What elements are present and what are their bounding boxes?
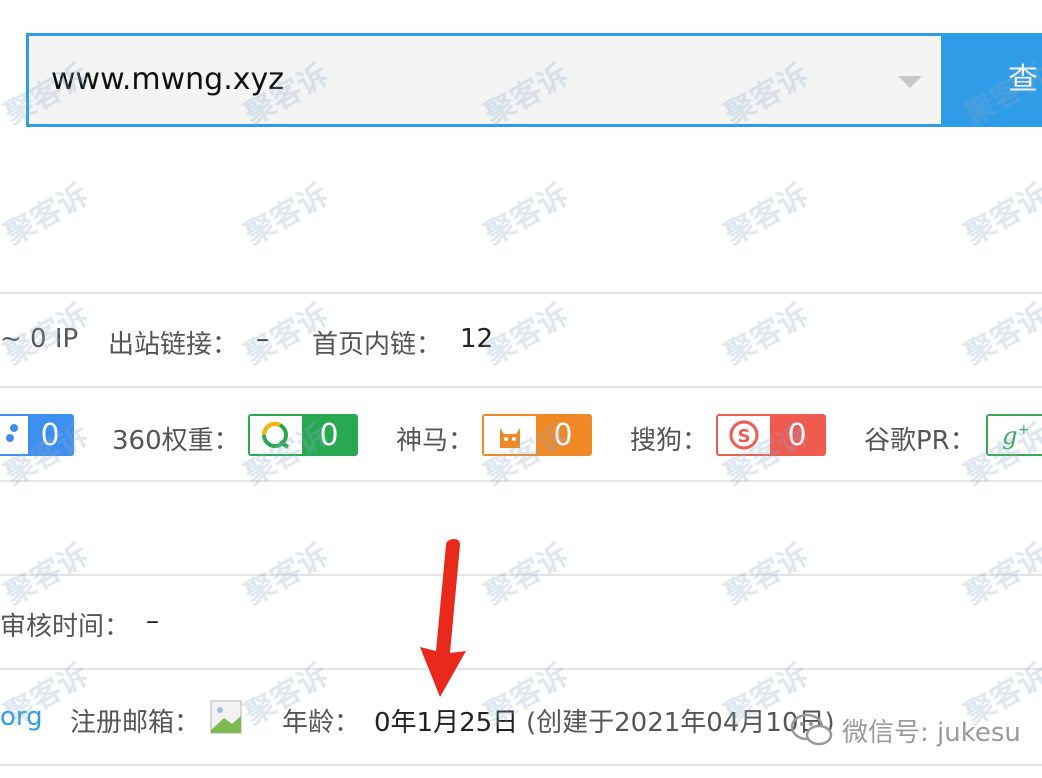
search-input[interactable] (51, 36, 871, 124)
sogou-icon: S (718, 416, 770, 454)
watermark-text: 聚客诉 (0, 177, 95, 253)
review-time-label: 审核时间： (0, 612, 131, 642)
outbound-links-value: – (256, 324, 269, 354)
ip-count: ~ 0 IP (0, 324, 79, 354)
watermark-text: 聚客诉 (959, 537, 1042, 613)
wechat-id-text: 微信号: jukesu (842, 717, 1021, 748)
sogou-weight-badge[interactable]: S 0 (716, 414, 826, 456)
row-divider (0, 574, 1042, 576)
baidu-weight-badge[interactable]: 0 (0, 414, 74, 456)
shenma-weight-badge[interactable]: 0 (482, 414, 592, 456)
watermark-text: 聚客诉 (239, 537, 335, 613)
registrar-link[interactable]: org (0, 702, 43, 732)
sogou-weight-value: 0 (770, 416, 824, 454)
homepage-inner-links-value: 12 (460, 324, 494, 354)
review-time-value: – (146, 606, 159, 636)
domain-age-value: 0年1月25日 (374, 708, 519, 738)
row-divider (0, 764, 1042, 766)
watermark-text: 聚客诉 (719, 537, 815, 613)
registrant-email-label: 注册邮箱： (70, 708, 201, 738)
svg-text:+: + (1018, 422, 1030, 438)
search-box[interactable] (26, 33, 944, 127)
baidu-weight-value: 0 (28, 416, 72, 454)
row-divider (0, 480, 1042, 482)
shenma-icon (484, 416, 536, 454)
red-arrow-annotation (420, 539, 466, 697)
google-pr-label: 谷歌PR： (864, 426, 976, 456)
sogou-weight-label: 搜狗： (630, 426, 709, 456)
so360-weight-label: 360权重： (112, 426, 240, 456)
watermark-text: 聚客诉 (719, 297, 815, 373)
homepage-inner-links-label: 首页内链： (312, 330, 443, 360)
google-plus-icon: g + (988, 416, 1040, 454)
row-divider (0, 668, 1042, 670)
outbound-links-label: 出站链接： (108, 330, 239, 360)
search-button[interactable]: 查 (944, 33, 1042, 127)
chevron-down-icon[interactable] (898, 76, 922, 88)
watermark-text: 聚客诉 (479, 537, 575, 613)
so360-weight-value: 0 (302, 416, 356, 454)
row-divider (0, 386, 1042, 388)
watermark-text: 聚客诉 (959, 297, 1042, 373)
domain-created-date: (创建于2021年04月10日) (526, 708, 835, 738)
svg-text:g: g (1002, 422, 1017, 450)
baidu-paw-icon (0, 416, 28, 454)
watermark-text: 聚客诉 (0, 537, 95, 613)
svg-text:S: S (738, 426, 751, 447)
watermark-text: 聚客诉 (239, 177, 335, 253)
google-pr-badge[interactable]: g + (986, 414, 1042, 456)
row-divider (0, 292, 1042, 294)
shenma-weight-value: 0 (536, 416, 590, 454)
watermark-text: 聚客诉 (479, 177, 575, 253)
wechat-icon (790, 710, 834, 750)
watermark-text: 聚客诉 (719, 177, 815, 253)
so360-icon (250, 416, 302, 454)
watermark-text: 聚客诉 (959, 177, 1042, 253)
broken-image-icon (210, 700, 242, 734)
shenma-weight-label: 神马： (396, 426, 475, 456)
wechat-watermark: 微信号: jukesu (790, 705, 1021, 755)
so360-weight-badge[interactable]: 0 (248, 414, 358, 456)
domain-age-label: 年龄： (282, 708, 361, 738)
